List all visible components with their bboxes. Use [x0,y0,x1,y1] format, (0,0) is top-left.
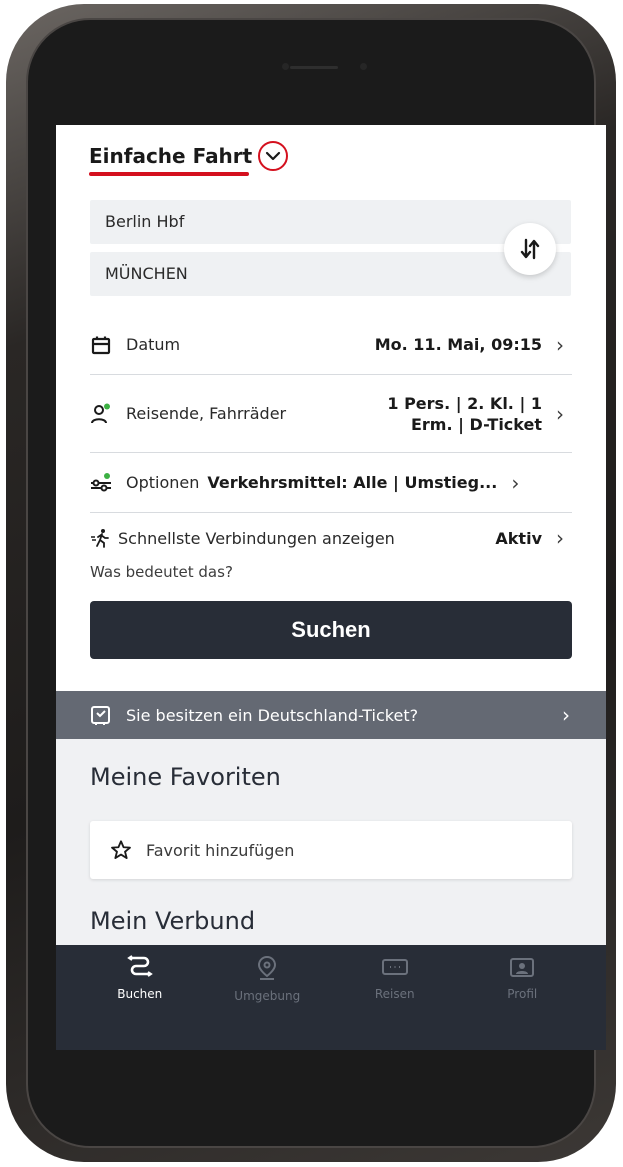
chevron-right-icon: › [556,401,564,426]
route-icon [126,955,153,977]
to-station-field[interactable]: MÜNCHEN [90,252,571,296]
tab-umgebung[interactable]: Umgebung [204,945,332,1050]
tab-label: Reisen [374,987,415,1001]
swap-arrows-icon [520,238,540,260]
date-label: Datum [126,335,181,354]
fastest-connections-row[interactable]: Schnellste Verbindungen anzeigen Aktiv › [90,513,572,563]
favorites-title: Meine Favoriten [90,763,281,791]
ticket-icon [381,959,408,975]
add-favorite-button[interactable]: Favorit hinzufügen [90,821,572,879]
dticket-banner-label: Sie besitzen ein Deutschland-Ticket? [126,705,419,725]
location-pin-icon [258,955,277,980]
tab-profil[interactable]: Profil [459,945,587,1050]
profile-card-icon [510,958,535,977]
options-value: Verkehrsmittel: Alle | Umstieg... [207,473,498,492]
trip-type-selector[interactable]: Einfache Fahrt [89,141,289,171]
dticket-icon [91,706,110,725]
tab-label: Umgebung [234,989,301,1003]
tab-label: Buchen [117,987,163,1001]
travelers-value-line2: Erm. | D-Ticket [410,414,542,434]
tab-reisen[interactable]: Reisen [331,945,459,1050]
travelers-label: Reisende, Fahrräder [126,404,287,423]
options-label: Optionen [126,473,200,492]
travelers-value-line1: 1 Pers. | 2. Kl. | 1 [387,393,542,413]
tab-buchen[interactable]: Buchen [76,945,204,1050]
date-row[interactable]: Datum Mo. 11. Mai, 09:15 › [90,315,572,375]
dticket-banner[interactable]: Sie besitzen ein Deutschland-Ticket? › [56,691,606,739]
star-icon [111,840,131,859]
verbund-title: Mein Verbund [90,907,256,935]
options-icon [90,472,112,494]
fastest-label: Schnellste Verbindungen anzeigen [118,528,395,548]
sensor-dot [282,63,289,70]
swap-stations-button[interactable] [504,223,556,275]
from-station-field[interactable]: Berlin Hbf [90,200,571,244]
add-favorite-label: Favorit hinzufügen [146,840,295,860]
traveler-icon [90,403,112,425]
front-camera [360,63,367,70]
fastest-value: Aktiv [495,528,542,548]
app-screen: Einfache Fahrt Berlin Hbf MÜNCHEN Datum … [56,125,606,1050]
bottom-tab-bar: Buchen Umgebung Reisen Profil [56,945,606,1050]
options-row[interactable]: Optionen Verkehrsmittel: Alle | Umstieg.… [90,453,572,513]
chevron-down-icon[interactable] [258,141,289,171]
tab-label: Profil [507,987,538,1001]
travelers-row[interactable]: Reisende, Fahrräder 1 Pers. | 2. Kl. | 1… [90,375,572,453]
running-person-icon [90,527,112,549]
chevron-right-icon: › [556,526,564,550]
date-value: Mo. 11. Mai, 09:15 [374,335,542,354]
trip-type-label: Einfache Fahrt [89,144,253,168]
chevron-right-icon: › [511,470,520,495]
calendar-icon [90,334,112,356]
search-button[interactable]: Suchen [90,601,572,659]
active-tab-underline [89,172,249,176]
travelers-value: 1 Pers. | 2. Kl. | 1 Erm. | D-Ticket [387,393,542,435]
fastest-info-link[interactable]: Was bedeutet das? [90,563,233,581]
chevron-right-icon: › [556,332,564,357]
chevron-right-icon: › [562,703,570,727]
phone-speaker [290,66,338,69]
